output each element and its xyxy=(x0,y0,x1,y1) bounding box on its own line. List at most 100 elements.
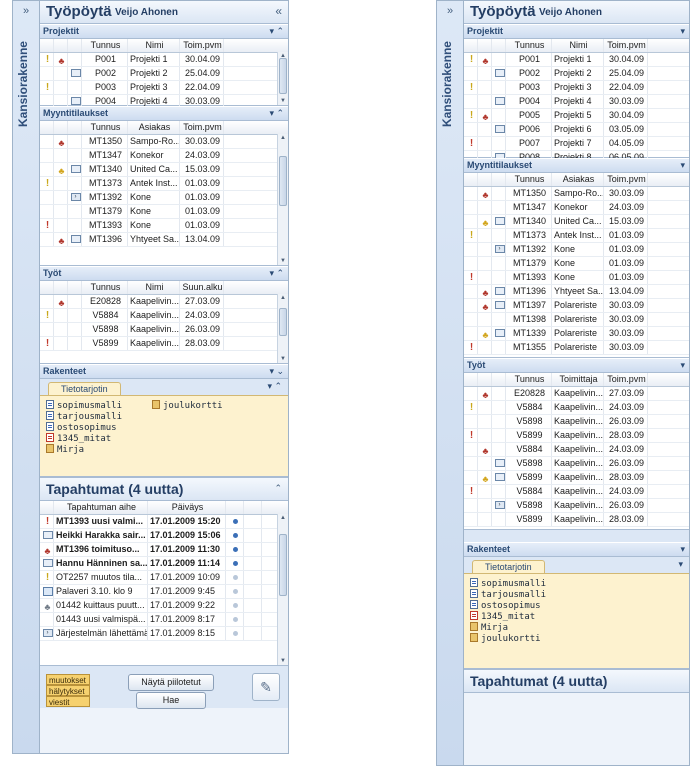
tietotarjotin-item[interactable]: 1345_mitat xyxy=(46,433,282,444)
table-row[interactable]: ♣ MT1340 United Ca... 15.03.09 xyxy=(464,215,689,229)
table-row[interactable]: ♣ MT1396 Yhtyeet Sa... 13.04.09 xyxy=(40,233,288,247)
table-row[interactable]: ! P007 Projekti 7 04.05.09 xyxy=(464,137,689,151)
table-row[interactable]: P006 Projekti 6 03.05.09 xyxy=(464,123,689,137)
tietotarjotin-item[interactable]: ostosopimus xyxy=(470,600,683,611)
table-row[interactable]: › MT1392 Kone 01.03.09 xyxy=(40,191,288,205)
scroll-up-icon[interactable]: ▲ xyxy=(278,135,288,141)
table-row[interactable]: ! V5884 Kaapelivin... 24.03.09 xyxy=(464,485,689,499)
table-row[interactable]: ! MT1373 Antek Inst... 01.03.09 xyxy=(40,177,288,191)
scroll-up-icon[interactable]: ▲ xyxy=(278,295,288,301)
table-row[interactable]: P004 Projekti 4 30.03.09 xyxy=(464,95,689,109)
scroll-thumb[interactable] xyxy=(279,58,287,94)
tab-tietotarjotin[interactable]: Tietotarjotin xyxy=(48,382,121,396)
table-row[interactable]: MT1379 Kone 01.03.09 xyxy=(40,205,288,219)
section-header-projektit[interactable]: Projektit ▾ xyxy=(464,24,689,39)
section-header-rakenteet[interactable]: Rakenteet ▾ xyxy=(464,542,689,557)
section-header-projektit[interactable]: Projektit ▾ ⌃ xyxy=(40,24,288,39)
event-row[interactable]: ♣ 01442 kuittaus puutt... 17.01.2009 9:22 xyxy=(40,599,288,613)
section-controls-icon[interactable]: ▾ xyxy=(680,159,685,172)
table-row[interactable]: V5898 Kaapelivin... 26.03.09 xyxy=(40,323,288,337)
table-row[interactable]: ! ♣ P001 Projekti 1 30.04.09 xyxy=(40,53,288,67)
event-row[interactable]: ! MT1393 uusi valmi... 17.01.2009 15:20 xyxy=(40,515,288,529)
vertical-scrollbar[interactable]: ▲ ▼ xyxy=(277,134,288,265)
folder-structure-strip[interactable]: » Kansiorakenne xyxy=(437,1,464,765)
event-row[interactable]: Heikki Harakka sair... 17.01.2009 15:06 xyxy=(40,529,288,543)
event-row[interactable]: ♣ MT1396 toimituso... 17.01.2009 11:30 xyxy=(40,543,288,557)
table-row[interactable]: ! MT1393 Kone 01.03.09 xyxy=(40,219,288,233)
table-row[interactable]: ♣ MT1350 Sampo-Ro... 30.03.09 xyxy=(40,135,288,149)
filter-halytykset[interactable]: hälytykset xyxy=(46,685,90,696)
table-row[interactable]: V5899 Kaapelivin... 28.03.09 xyxy=(464,513,689,527)
section-controls-icon[interactable]: ▾ ⌃ xyxy=(269,267,284,280)
vertical-scrollbar[interactable]: ▲ ▼ xyxy=(277,52,288,105)
section-controls-icon[interactable]: ▾ xyxy=(680,543,685,556)
tab-tietotarjotin[interactable]: Tietotarjotin xyxy=(472,560,545,574)
vertical-scrollbar[interactable]: ▲ ▼ xyxy=(277,294,288,363)
folder-structure-label[interactable]: Kansiorakenne xyxy=(16,41,30,127)
table-row[interactable]: ! MT1373 Antek Inst... 01.03.09 xyxy=(464,229,689,243)
scroll-down-icon[interactable]: ▼ xyxy=(278,258,288,264)
table-row[interactable]: ♣ MT1350 Sampo-Ro... 30.03.09 xyxy=(464,187,689,201)
table-row[interactable]: ! P003 Projekti 3 22.04.09 xyxy=(464,81,689,95)
collapse-chevron-icon[interactable]: ⌃ xyxy=(274,483,282,494)
tietotarjotin-item[interactable]: tarjousmalli xyxy=(470,589,683,600)
search-button[interactable]: Hae xyxy=(136,692,206,709)
table-row[interactable]: ♣ E20828 Kaapelivin... 27.03.09 xyxy=(464,387,689,401)
table-row[interactable]: P002 Projekti 2 25.04.09 xyxy=(464,67,689,81)
table-row[interactable]: ! V5884 Kaapelivin... 24.03.09 xyxy=(40,309,288,323)
event-row[interactable]: Hannu Hänninen sa... 17.01.2009 11:14 xyxy=(40,557,288,571)
scroll-down-icon[interactable]: ▼ xyxy=(278,98,288,104)
section-controls-icon[interactable]: ▾ ⌄ xyxy=(269,365,284,378)
tietotarjotin-item[interactable]: ostosopimus xyxy=(46,422,282,433)
section-header-tyot[interactable]: Työt ▾ ⌃ xyxy=(40,266,288,281)
section-controls-icon[interactable]: ▾ xyxy=(680,359,685,372)
table-row[interactable]: ! V5899 Kaapelivin... 28.03.09 xyxy=(40,337,288,351)
folder-structure-label[interactable]: Kansiorakenne xyxy=(440,41,454,127)
table-row[interactable]: ! V5884 Kaapelivin... 24.03.09 xyxy=(464,401,689,415)
section-header-rakenteet[interactable]: Rakenteet ▾ ⌄ xyxy=(40,364,288,379)
section-header-myyntitilaukset[interactable]: Myyntitilaukset ▾ xyxy=(464,158,689,173)
table-row[interactable]: ♣ V5884 Kaapelivin... 24.03.09 xyxy=(464,443,689,457)
tietotarjotin-item[interactable]: Mirja xyxy=(470,622,683,633)
show-hidden-button[interactable]: Näytä piilotetut xyxy=(128,674,214,691)
scroll-down-icon[interactable]: ▼ xyxy=(278,658,288,664)
section-controls-icon[interactable]: ▾ ⌃ xyxy=(267,381,282,392)
table-row[interactable]: ♣ MT1340 United Ca... 15.03.09 xyxy=(40,163,288,177)
event-row[interactable]: Palaveri 3.10. klo 9 17.01.2009 9:45 xyxy=(40,585,288,599)
table-row[interactable]: ♣ MT1339 Polareriste 30.03.09 xyxy=(464,327,689,341)
section-controls-icon[interactable]: ▾ ⌃ xyxy=(269,25,284,38)
table-row[interactable]: ! V5899 Kaapelivin... 28.03.09 xyxy=(464,429,689,443)
table-row[interactable]: MT1347 Konekor 24.03.09 xyxy=(464,201,689,215)
vertical-scrollbar[interactable]: ▲ ▼ xyxy=(277,514,288,665)
table-row[interactable]: MT1379 Kone 01.03.09 xyxy=(464,257,689,271)
table-row[interactable]: ♣ MT1396 Yhtyeet Sa... 13.04.09 xyxy=(464,285,689,299)
event-row[interactable]: ! OT2257 muutos tila... 17.01.2009 10:09 xyxy=(40,571,288,585)
table-row[interactable]: ! P003 Projekti 3 22.04.09 xyxy=(40,81,288,95)
scroll-thumb[interactable] xyxy=(279,156,287,206)
expand-chevron-icon[interactable]: » xyxy=(437,5,463,17)
tietotarjotin-item[interactable]: Mirja xyxy=(46,444,282,455)
scroll-thumb[interactable] xyxy=(279,534,287,596)
table-row[interactable]: › MT1392 Kone 01.03.09 xyxy=(464,243,689,257)
new-note-pen-icon[interactable]: ✎ xyxy=(252,673,280,701)
table-row[interactable]: ♣ MT1397 Polareriste 30.03.09 xyxy=(464,299,689,313)
event-row[interactable]: › Järjestelmän lähettämä 17.01.2009 8:15 xyxy=(40,627,288,641)
table-row[interactable]: P002 Projekti 2 25.04.09 xyxy=(40,67,288,81)
section-controls-icon[interactable]: ▾ ⌃ xyxy=(269,107,284,120)
table-row[interactable]: MT1347 Konekor 24.03.09 xyxy=(40,149,288,163)
table-row[interactable]: ! ♣ P005 Projekti 5 30.04.09 xyxy=(464,109,689,123)
section-header-myyntitilaukset[interactable]: Myyntitilaukset ▾ ⌃ xyxy=(40,106,288,121)
event-row[interactable]: 01443 uusi valmispä... 17.01.2009 8:17 xyxy=(40,613,288,627)
tietotarjotin-item[interactable]: tarjousmalli xyxy=(46,411,282,422)
tietotarjotin-item[interactable]: sopimusmalli xyxy=(470,578,683,589)
scroll-down-icon[interactable]: ▼ xyxy=(278,356,288,362)
table-row[interactable]: ! MT1355 Polareriste 30.03.09 xyxy=(464,341,689,355)
tietotarjotin-item[interactable]: 1345_mitat xyxy=(470,611,683,622)
table-row[interactable]: ♣ V5899 Kaapelivin... 28.03.09 xyxy=(464,471,689,485)
table-row[interactable]: ♣ E20828 Kaapelivin... 27.03.09 xyxy=(40,295,288,309)
section-controls-icon[interactable]: ▾ xyxy=(678,559,683,570)
table-row[interactable]: ! ♣ P001 Projekti 1 30.04.09 xyxy=(464,53,689,67)
table-row[interactable]: V5898 Kaapelivin... 26.03.09 xyxy=(464,415,689,429)
table-row[interactable]: › V5898 Kaapelivin... 26.03.09 xyxy=(464,499,689,513)
table-row[interactable]: ! MT1393 Kone 01.03.09 xyxy=(464,271,689,285)
